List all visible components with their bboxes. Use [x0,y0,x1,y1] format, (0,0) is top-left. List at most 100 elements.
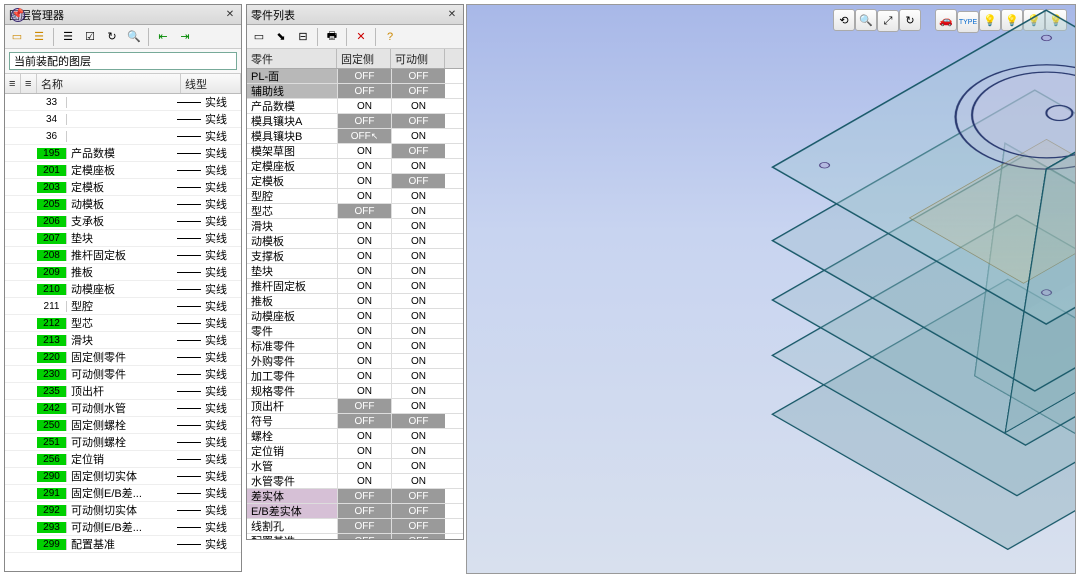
parts-row[interactable]: 标准零件ONON [247,339,463,354]
layer-row[interactable]: 251可动侧螺栓实线 [5,434,241,451]
parts-row[interactable]: 支撑板ONON [247,249,463,264]
layer-row[interactable]: 205动模板实线 [5,196,241,213]
movable-side-toggle[interactable]: ON [391,189,445,203]
list-icon[interactable]: ☰ [58,27,78,47]
parts-row[interactable]: 定位销ONON [247,444,463,459]
fixed-side-toggle[interactable]: OFF [337,69,391,83]
layer-row[interactable]: 213滑块实线 [5,332,241,349]
movable-side-toggle[interactable]: ON [391,429,445,443]
new-layer-icon[interactable]: ▭ [7,27,27,47]
export-icon[interactable]: ⇥ [175,27,195,47]
col-expand2[interactable]: ≡ [21,74,37,93]
parts-row[interactable]: 配置基准OFFOFF [247,534,463,539]
movable-side-toggle[interactable]: ON [391,279,445,293]
layer-row[interactable]: 210动模座板实线 [5,281,241,298]
layer-row[interactable]: 230可动侧零件实线 [5,366,241,383]
parts-row[interactable]: 型芯OFFON [247,204,463,219]
fixed-side-toggle[interactable]: ON [337,219,391,233]
col-linetype-header[interactable]: 线型 [181,74,241,93]
parts-row[interactable]: 加工零件ONON [247,369,463,384]
movable-side-toggle[interactable]: OFF [391,114,445,128]
layers-icon[interactable]: ☰ [29,27,49,47]
checklist-icon[interactable]: ☑ [80,27,100,47]
layer-row[interactable]: 201定模座板实线 [5,162,241,179]
movable-side-toggle[interactable]: ON [391,294,445,308]
movable-side-toggle[interactable]: ON [391,384,445,398]
layer-row[interactable]: 291固定侧E/B差...实线 [5,485,241,502]
movable-side-toggle[interactable]: ON [391,324,445,338]
movable-side-toggle[interactable]: ON [391,129,445,143]
parts-row[interactable]: 推杆固定板ONON [247,279,463,294]
movable-side-toggle[interactable]: ON [391,99,445,113]
parts-row[interactable]: 滑块ONON [247,219,463,234]
fixed-side-toggle[interactable]: OFF [337,519,391,533]
fixed-side-toggle[interactable]: ON [337,189,391,203]
new-icon[interactable]: ▭ [249,27,269,47]
parts-row[interactable]: 螺栓ONON [247,429,463,444]
movable-side-toggle[interactable]: ON [391,249,445,263]
fixed-side-toggle[interactable]: OFF [337,399,391,413]
parts-row[interactable]: 零件ONON [247,324,463,339]
layer-row[interactable]: 242可动侧水管实线 [5,400,241,417]
layer-row[interactable]: 293可动侧E/B差...实线 [5,519,241,536]
layer-row[interactable]: 290固定侧切实体实线 [5,468,241,485]
fixed-side-toggle[interactable]: OFF [337,414,391,428]
view-tool-button[interactable]: 🔍 [855,9,877,31]
view-tool-button[interactable]: ↻ [899,9,921,31]
parts-row[interactable]: 产品数模ONON [247,99,463,114]
movable-side-toggle[interactable]: OFF [391,489,445,503]
fixed-side-toggle[interactable]: OFF [337,534,391,539]
layer-row[interactable]: 209推板实线 [5,264,241,281]
parts-row[interactable]: 定模板ONOFF [247,174,463,189]
movable-side-toggle[interactable]: ON [391,474,445,488]
parts-row[interactable]: 模具镶块AOFFOFF [247,114,463,129]
fixed-side-toggle[interactable]: ON [337,294,391,308]
fixed-side-toggle[interactable]: ON [337,444,391,458]
col-expand[interactable]: ≡ [5,74,21,93]
parts-row[interactable]: 定模座板ONON [247,159,463,174]
view-tool-button[interactable]: 🚗 [935,9,957,31]
parts-row[interactable]: 辅助线OFFOFF [247,84,463,99]
layer-row[interactable]: 208推杆固定板实线 [5,247,241,264]
layer-row[interactable]: 220固定侧零件实线 [5,349,241,366]
parts-row[interactable]: 型腔ONON [247,189,463,204]
parts-row[interactable]: 外购零件ONON [247,354,463,369]
layer-row[interactable]: 203定模板实线 [5,179,241,196]
movable-side-toggle[interactable]: ON [391,369,445,383]
view-tool-button[interactable]: 💡 [979,9,1001,31]
print-icon[interactable]: 🖶 [322,27,342,47]
parts-row[interactable]: PL-面OFFOFF [247,69,463,84]
col-part-header[interactable]: 零件 [247,49,337,68]
movable-side-toggle[interactable]: OFF [391,414,445,428]
parts-row[interactable]: 顶出杆OFFON [247,399,463,414]
movable-side-toggle[interactable]: OFF [391,174,445,188]
parts-row[interactable]: 动模座板ONON [247,309,463,324]
movable-side-toggle[interactable]: ON [391,309,445,323]
fixed-side-toggle[interactable]: ON [337,309,391,323]
fixed-side-toggle[interactable]: ON [337,234,391,248]
parts-row[interactable]: 水管ONON [247,459,463,474]
col-movable-header[interactable]: 可动侧 [391,49,445,68]
fixed-side-toggle[interactable]: ON [337,339,391,353]
layer-row[interactable]: 256定位销实线 [5,451,241,468]
fixed-side-toggle[interactable]: ON [337,354,391,368]
movable-side-toggle[interactable]: ON [391,264,445,278]
fixed-side-toggle[interactable]: ON [337,474,391,488]
movable-side-toggle[interactable]: ON [391,339,445,353]
fixed-side-toggle[interactable]: ON [337,264,391,278]
parts-row[interactable]: 动模板ONON [247,234,463,249]
fixed-side-toggle[interactable]: ON [337,324,391,338]
movable-side-toggle[interactable]: ON [391,399,445,413]
movable-side-toggle[interactable]: ON [391,354,445,368]
parts-row[interactable]: 模具镶块BOFF ↖ON [247,129,463,144]
fixed-side-toggle[interactable]: ON [337,384,391,398]
fixed-side-toggle[interactable]: ON [337,459,391,473]
parts-table-body[interactable]: PL-面OFFOFF辅助线OFFOFF产品数模ONON模具镶块AOFFOFF模具… [247,69,463,539]
find-icon[interactable]: 🔍 [124,27,144,47]
fixed-side-toggle[interactable]: OFF [337,504,391,518]
parts-row[interactable]: 推板ONON [247,294,463,309]
movable-side-toggle[interactable]: OFF [391,534,445,539]
layer-row[interactable]: 33实线 [5,94,241,111]
movable-side-toggle[interactable]: OFF [391,519,445,533]
fixed-side-toggle[interactable]: ON [337,159,391,173]
